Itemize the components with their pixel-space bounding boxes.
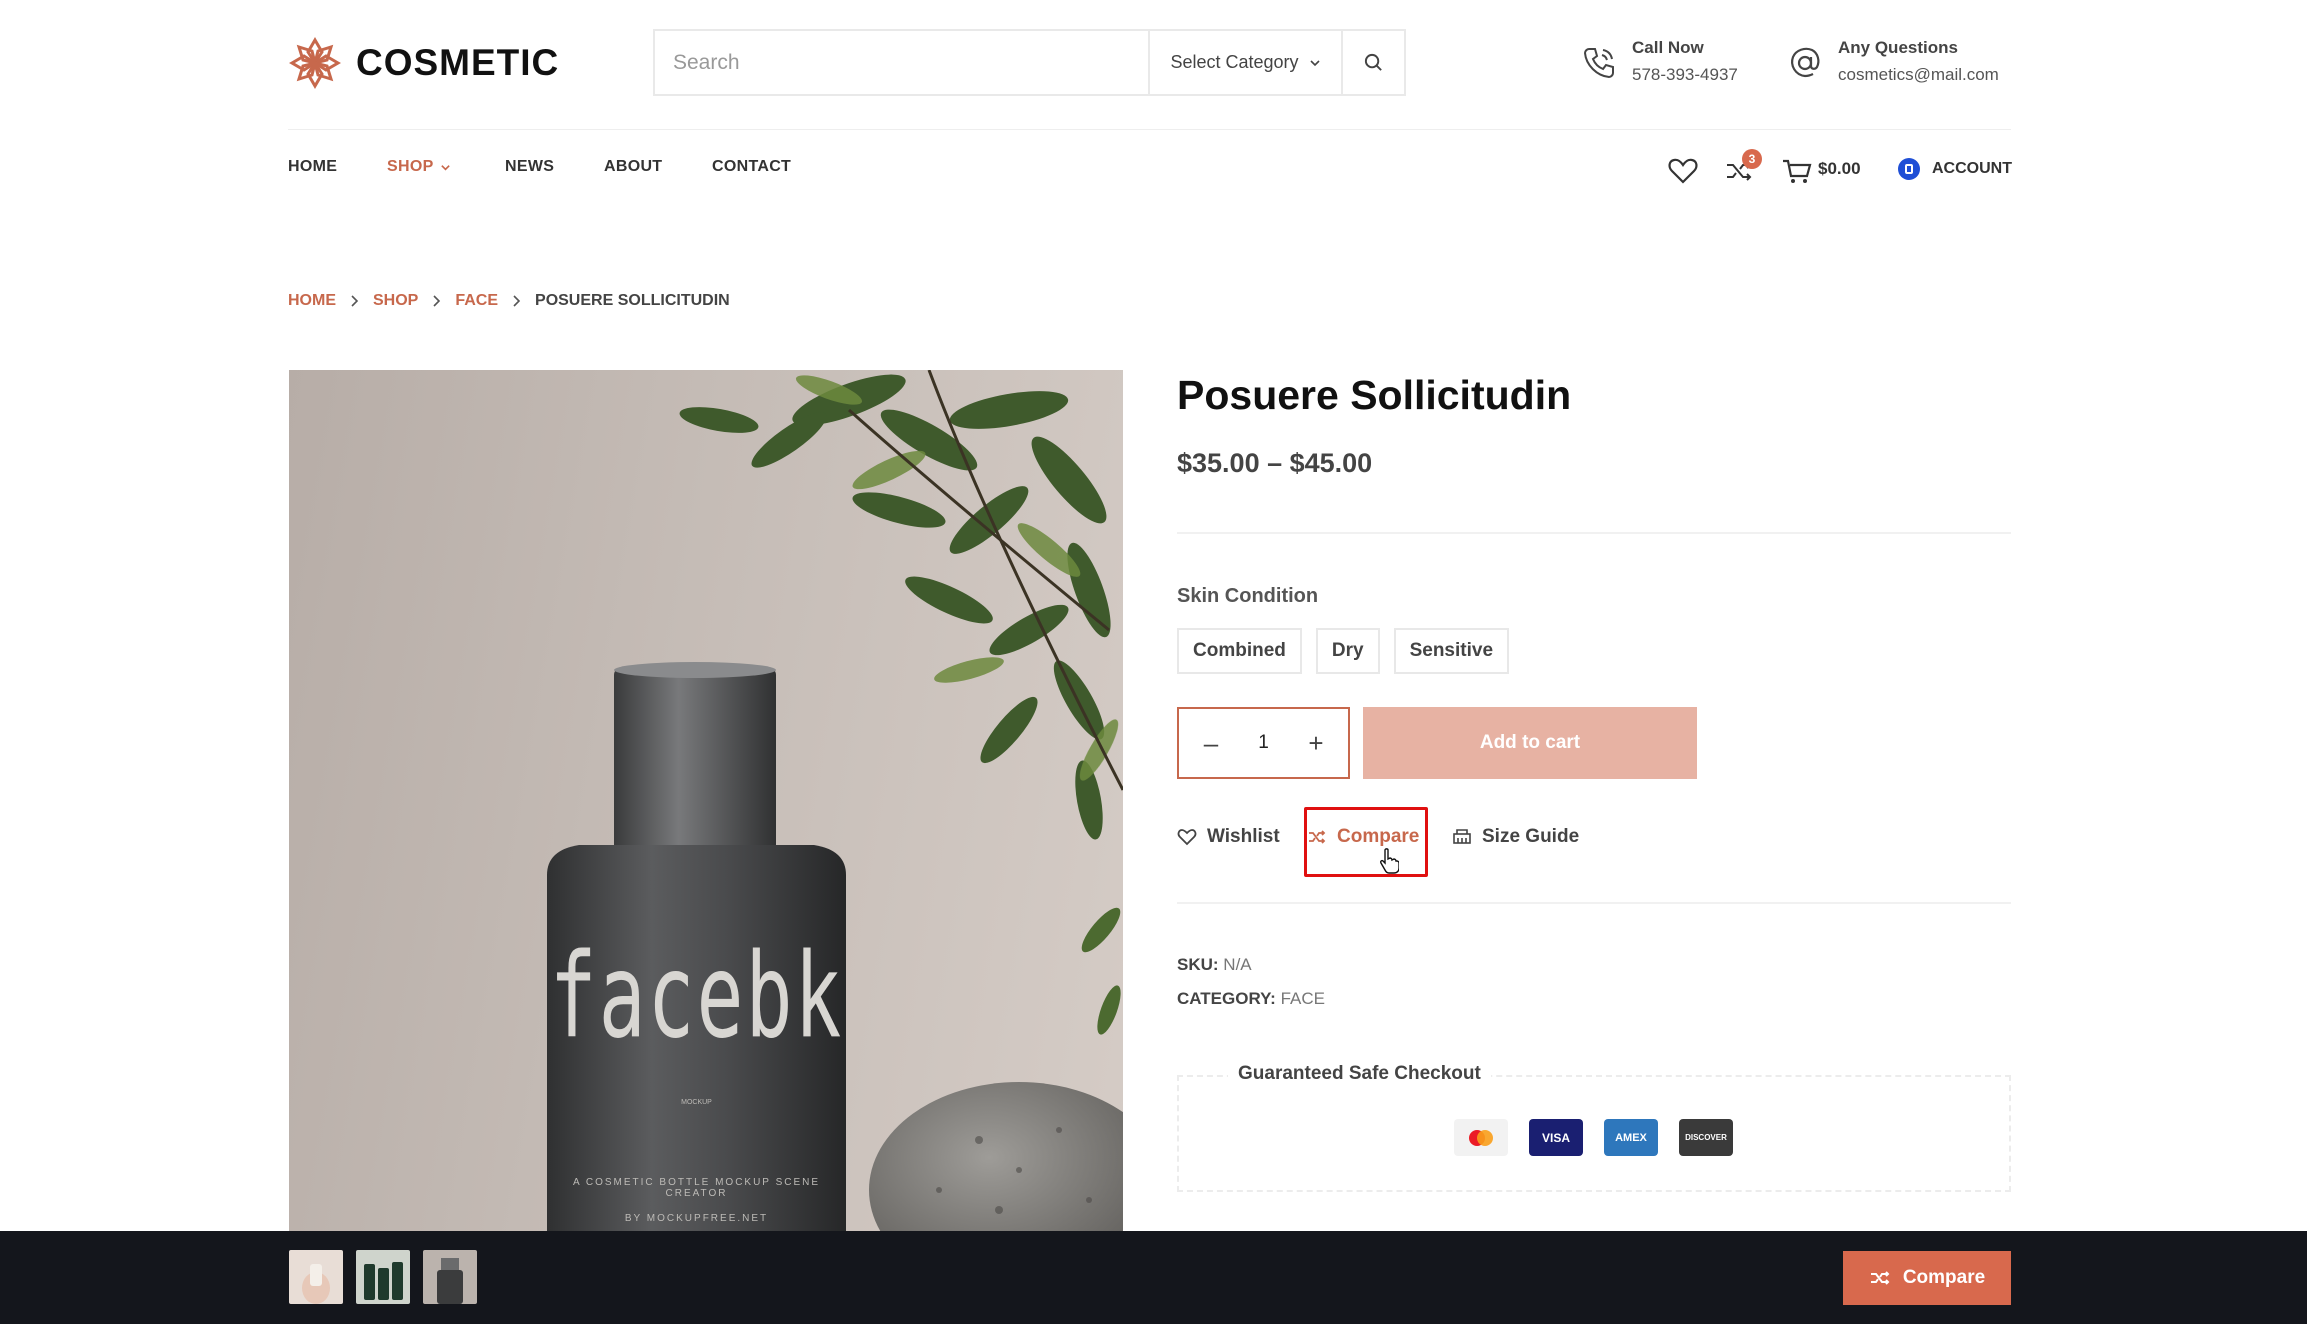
add-to-cart-button[interactable]: Add to cart	[1363, 707, 1697, 779]
compare-icon	[1870, 1271, 1890, 1285]
thumbnail-2[interactable]	[356, 1250, 410, 1304]
nav-home[interactable]: HOME	[288, 158, 387, 176]
size-guide-label: Size Guide	[1482, 826, 1580, 847]
nav-home-label: HOME	[288, 158, 338, 175]
visa-card-icon: VISA	[1529, 1119, 1583, 1156]
wishlist-label: Wishlist	[1207, 826, 1280, 847]
decrease-quantity-button[interactable]: –	[1199, 728, 1223, 759]
safe-checkout-title: Guaranteed Safe Checkout	[1228, 1063, 1491, 1085]
questions-title: Any Questions	[1838, 38, 1958, 57]
amex-card-icon: AMEX	[1604, 1119, 1658, 1156]
category-value[interactable]: FACE	[1281, 989, 1325, 1008]
variant-sensitive[interactable]: Sensitive	[1393, 628, 1510, 674]
cart-total[interactable]: $0.00	[1818, 159, 1861, 179]
nav-contact[interactable]: CONTACT	[712, 158, 791, 176]
hand-cursor-icon	[1380, 848, 1399, 874]
skin-condition-options: Combined Dry Sensitive	[1177, 628, 1510, 674]
increase-quantity-button[interactable]: +	[1304, 728, 1328, 759]
chevron-right-icon	[351, 295, 359, 307]
product-main-image[interactable]: facebk MOCKUP A COSMETIC BOTTLE MOCKUP S…	[289, 370, 1123, 1231]
bottle-caption-1: A COSMETIC BOTTLE MOCKUP SCENE CREATOR	[572, 1177, 821, 1199]
flower-logo-icon	[289, 37, 341, 89]
breadcrumb-current: POSUERE SOLLICITUDIN	[535, 292, 730, 309]
search-bar: Select Category	[653, 29, 1406, 96]
price-divider	[1177, 532, 2011, 534]
questions-block[interactable]: Any Questions cosmetics@mail.com	[1786, 36, 1999, 90]
chevron-down-icon	[440, 164, 450, 171]
account-label: ACCOUNT	[1932, 160, 2012, 177]
heart-icon	[1177, 829, 1197, 846]
product-thumbnails	[289, 1250, 477, 1304]
chevron-right-icon	[513, 295, 521, 307]
nav-news[interactable]: NEWS	[505, 158, 604, 176]
chevron-right-icon	[433, 295, 441, 307]
sku-row: SKU: N/A	[1177, 955, 1252, 975]
compare-highlight-box	[1304, 807, 1428, 877]
breadcrumb-face[interactable]: FACE	[455, 292, 498, 310]
bottle-brand-text: facebk	[549, 930, 844, 1065]
quantity-stepper: – 1 +	[1177, 707, 1350, 779]
email-address: cosmetics@mail.com	[1838, 65, 1999, 84]
bottom-compare-button[interactable]: Compare	[1843, 1251, 2011, 1305]
nav-about[interactable]: ABOUT	[604, 158, 712, 176]
brand-name: COSMETIC	[356, 42, 560, 83]
payment-cards: VISA AMEX DISCOVER	[1454, 1119, 1733, 1156]
variant-combined[interactable]: Combined	[1177, 628, 1302, 674]
nav-shop[interactable]: SHOP	[387, 158, 505, 176]
wishlist-heart-icon[interactable]	[1666, 154, 1700, 188]
category-label: CATEGORY:	[1177, 989, 1276, 1008]
call-now-block[interactable]: Call Now 578-393-4937	[1580, 36, 1738, 90]
search-icon	[1364, 53, 1382, 71]
product-title: Posuere Sollicitudin	[1177, 372, 1572, 418]
breadcrumb-shop[interactable]: SHOP	[373, 292, 418, 310]
at-sign-icon	[1791, 47, 1820, 78]
bottle-mockup-tag: MOCKUP	[681, 1099, 712, 1106]
nav-shop-label: SHOP	[387, 158, 434, 175]
phone-number: 578-393-4937	[1632, 65, 1738, 84]
breadcrumb: HOME SHOP FACE POSUERE SOLLICITUDIN	[288, 292, 730, 310]
compare-count-badge: 3	[1742, 149, 1762, 169]
thumbnail-3[interactable]	[423, 1250, 477, 1304]
wishlist-button[interactable]: Wishlist	[1177, 826, 1280, 848]
variant-dry[interactable]: Dry	[1315, 628, 1380, 674]
skin-condition-label: Skin Condition	[1177, 585, 1319, 607]
actions-divider	[1177, 902, 2011, 904]
sku-value: N/A	[1223, 955, 1252, 974]
nav-news-label: NEWS	[505, 158, 555, 175]
chevron-down-icon	[1309, 59, 1320, 66]
header-divider	[288, 129, 2011, 130]
category-row: CATEGORY: FACE	[1177, 989, 1325, 1009]
phone-icon	[1583, 48, 1614, 79]
product-price: $35.00 – $45.00	[1177, 448, 1373, 478]
quantity-value[interactable]: 1	[1258, 732, 1269, 754]
user-icon	[1898, 158, 1920, 180]
ruler-icon	[1453, 829, 1471, 844]
breadcrumb-home[interactable]: HOME	[288, 292, 336, 310]
bottle-caption-2: BY MOCKUPFREE.NET	[624, 1213, 769, 1224]
search-input[interactable]	[655, 31, 1148, 94]
thumbnail-1[interactable]	[289, 1250, 343, 1304]
discover-card-icon: DISCOVER	[1679, 1119, 1733, 1156]
mastercard-icon	[1454, 1119, 1508, 1156]
nav-about-label: ABOUT	[604, 158, 663, 175]
size-guide-button[interactable]: Size Guide	[1452, 826, 1579, 848]
logo[interactable]: COSMETIC	[288, 36, 559, 90]
sku-label: SKU:	[1177, 955, 1219, 974]
call-now-title: Call Now	[1632, 38, 1704, 57]
account-link[interactable]: ACCOUNT	[1898, 158, 2012, 180]
main-nav: HOME SHOP NEWS ABOUT CONTACT	[288, 158, 791, 176]
category-select[interactable]: Select Category	[1148, 31, 1341, 94]
nav-contact-label: CONTACT	[712, 158, 792, 175]
category-select-label: Select Category	[1170, 52, 1299, 72]
search-button[interactable]	[1341, 31, 1404, 94]
bottom-compare-label: Compare	[1902, 1267, 1986, 1288]
cart-icon[interactable]	[1780, 154, 1814, 188]
